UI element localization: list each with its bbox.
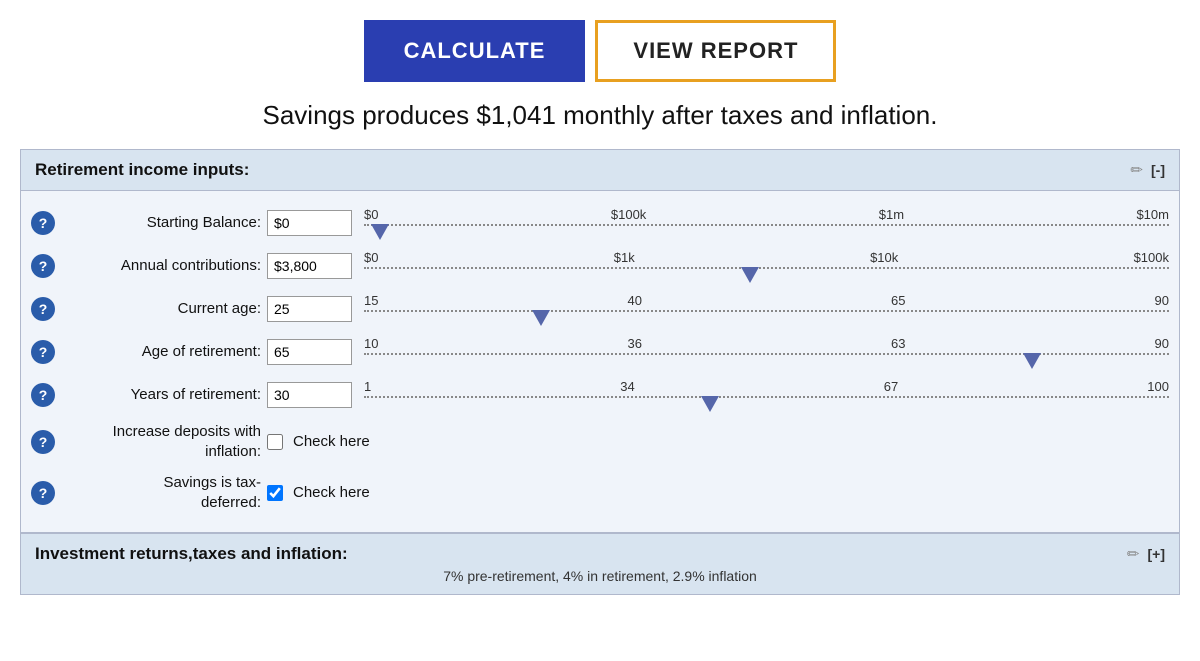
increase-deposits-label: Increase deposits withinflation: bbox=[61, 422, 261, 461]
current-age-label: Current age: bbox=[61, 300, 261, 317]
years-of-retirement-thumb[interactable] bbox=[701, 396, 719, 412]
savings-tax-check-label: Check here bbox=[293, 484, 370, 501]
starting-balance-slider[interactable]: $0 $100k $1m $10m bbox=[364, 207, 1169, 238]
retirement-section-controls: ✏ [-] bbox=[1130, 161, 1165, 179]
annual-contributions-input[interactable] bbox=[267, 253, 352, 279]
increase-deposits-check-label: Check here bbox=[293, 433, 370, 450]
investment-edit-icon[interactable]: ✏ bbox=[1127, 545, 1140, 563]
age-of-retirement-row: ? Age of retirement: 10 36 63 90 bbox=[21, 330, 1179, 373]
age-of-retirement-help[interactable]: ? bbox=[31, 340, 55, 364]
annual-contributions-row: ? Annual contributions: $0 $1k $10k $100… bbox=[21, 244, 1179, 287]
annual-contributions-thumb[interactable] bbox=[741, 267, 759, 283]
current-age-track bbox=[364, 310, 1169, 324]
retirement-section-header: Retirement income inputs: ✏ [-] bbox=[21, 150, 1179, 191]
years-of-retirement-row: ? Years of retirement: 1 34 67 100 bbox=[21, 373, 1179, 416]
annual-contributions-track bbox=[364, 267, 1169, 281]
age-of-retirement-slider-labels: 10 36 63 90 bbox=[364, 336, 1169, 351]
age-of-retirement-input[interactable] bbox=[267, 339, 352, 365]
annual-contributions-help[interactable]: ? bbox=[31, 254, 55, 278]
retirement-section-title: Retirement income inputs: bbox=[35, 160, 249, 180]
savings-tax-checkbox[interactable] bbox=[267, 485, 283, 501]
increase-deposits-checkbox[interactable] bbox=[267, 434, 283, 450]
starting-balance-input[interactable] bbox=[267, 210, 352, 236]
age-of-retirement-slider[interactable]: 10 36 63 90 bbox=[364, 336, 1169, 367]
result-text: Savings produces $1,041 monthly after ta… bbox=[0, 100, 1200, 131]
increase-deposits-help[interactable]: ? bbox=[31, 430, 55, 454]
starting-balance-row: ? Starting Balance: $0 $100k $1m $10m bbox=[21, 201, 1179, 244]
age-of-retirement-track bbox=[364, 353, 1169, 367]
savings-tax-label: Savings is tax-deferred: bbox=[61, 473, 261, 512]
increase-deposits-checkbox-area: Check here bbox=[267, 433, 370, 450]
starting-balance-track bbox=[364, 224, 1169, 238]
investment-section-subtitle: 7% pre-retirement, 4% in retirement, 2.9… bbox=[35, 568, 1165, 584]
current-age-row: ? Current age: 15 40 65 90 bbox=[21, 287, 1179, 330]
years-of-retirement-label: Years of retirement: bbox=[61, 386, 261, 403]
starting-balance-thumb[interactable] bbox=[371, 224, 389, 240]
top-buttons-area: CALCULATE VIEW REPORT bbox=[0, 0, 1200, 92]
age-of-retirement-label: Age of retirement: bbox=[61, 343, 261, 360]
years-of-retirement-input[interactable] bbox=[267, 382, 352, 408]
years-of-retirement-slider-labels: 1 34 67 100 bbox=[364, 379, 1169, 394]
increase-deposits-row: ? Increase deposits withinflation: Check… bbox=[21, 416, 1179, 467]
annual-contributions-label: Annual contributions: bbox=[61, 257, 261, 274]
years-of-retirement-slider[interactable]: 1 34 67 100 bbox=[364, 379, 1169, 410]
starting-balance-slider-labels: $0 $100k $1m $10m bbox=[364, 207, 1169, 222]
years-of-retirement-help[interactable]: ? bbox=[31, 383, 55, 407]
annual-contributions-slider[interactable]: $0 $1k $10k $100k bbox=[364, 250, 1169, 281]
investment-expand-btn[interactable]: [+] bbox=[1148, 546, 1166, 562]
investment-section-header: Investment returns,taxes and inflation: … bbox=[35, 544, 1165, 564]
years-of-retirement-track bbox=[364, 396, 1169, 410]
view-report-button[interactable]: VIEW REPORT bbox=[595, 20, 836, 82]
annual-contributions-slider-labels: $0 $1k $10k $100k bbox=[364, 250, 1169, 265]
calculate-button[interactable]: CALCULATE bbox=[364, 20, 586, 82]
current-age-slider[interactable]: 15 40 65 90 bbox=[364, 293, 1169, 324]
retirement-edit-icon[interactable]: ✏ bbox=[1130, 161, 1143, 179]
retirement-collapse-btn[interactable]: [-] bbox=[1151, 162, 1165, 178]
main-container: Retirement income inputs: ✏ [-] ? Starti… bbox=[20, 149, 1180, 595]
age-of-retirement-thumb[interactable] bbox=[1023, 353, 1041, 369]
starting-balance-label: Starting Balance: bbox=[61, 214, 261, 231]
savings-tax-row: ? Savings is tax-deferred: Check here bbox=[21, 467, 1179, 518]
current-age-slider-labels: 15 40 65 90 bbox=[364, 293, 1169, 308]
investment-section-controls: ✏ [+] bbox=[1127, 545, 1165, 563]
savings-tax-checkbox-area: Check here bbox=[267, 484, 370, 501]
current-age-help[interactable]: ? bbox=[31, 297, 55, 321]
current-age-thumb[interactable] bbox=[532, 310, 550, 326]
starting-balance-help[interactable]: ? bbox=[31, 211, 55, 235]
investment-section: Investment returns,taxes and inflation: … bbox=[21, 533, 1179, 594]
inputs-area: ? Starting Balance: $0 $100k $1m $10m ? … bbox=[21, 191, 1179, 532]
investment-section-title: Investment returns,taxes and inflation: bbox=[35, 544, 348, 564]
savings-tax-help[interactable]: ? bbox=[31, 481, 55, 505]
current-age-input[interactable] bbox=[267, 296, 352, 322]
